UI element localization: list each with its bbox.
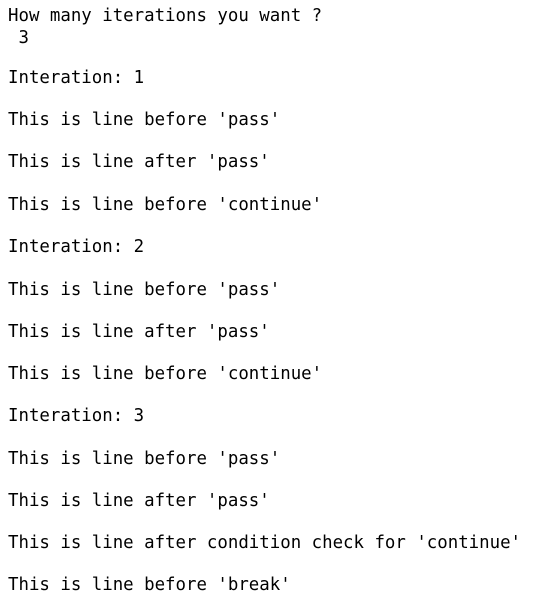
console-output-area: How many iterations you want ? 3 Interati… <box>0 0 552 604</box>
console-line-output-10: Interation: 3 <box>8 406 145 426</box>
console-line-output-9: This is line before 'continue' <box>8 364 323 384</box>
console-line-output-11: This is line before 'pass' <box>8 449 281 469</box>
console-line-output-12: This is line after 'pass' <box>8 491 270 511</box>
console-line-output-13: This is line after condition check for '… <box>8 533 522 553</box>
console-line-output-6: Interation: 2 <box>8 237 145 257</box>
console-line-output-4: This is line after 'pass' <box>8 152 270 172</box>
console-line-prompt-0: How many iterations you want ? <box>8 6 323 26</box>
console-line-input-1: 3 <box>8 28 29 48</box>
console-line-output-2: Interation: 1 <box>8 68 145 88</box>
console-line-output-5: This is line before 'continue' <box>8 195 323 215</box>
console-line-output-7: This is line before 'pass' <box>8 280 281 300</box>
console-line-output-8: This is line after 'pass' <box>8 322 270 342</box>
console-line-output-14: This is line before 'break' <box>8 575 291 595</box>
console-line-output-3: This is line before 'pass' <box>8 110 281 130</box>
